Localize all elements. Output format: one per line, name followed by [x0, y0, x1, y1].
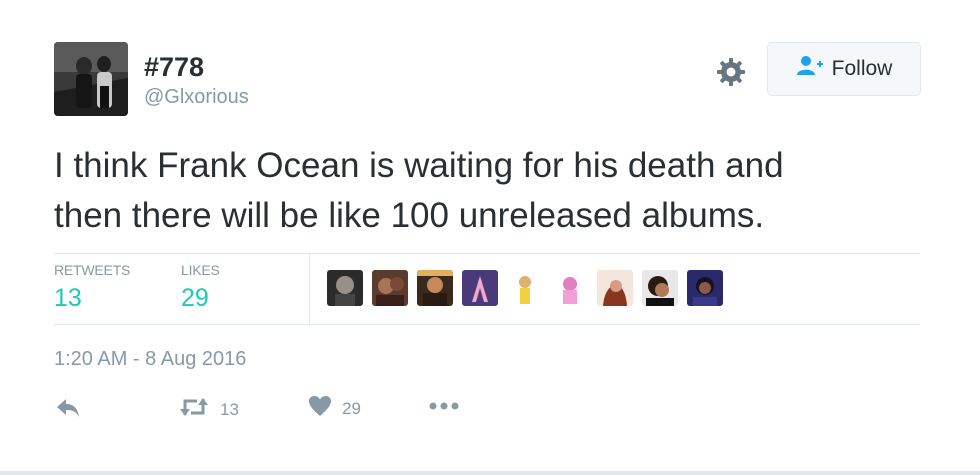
liker-avatar[interactable] — [327, 270, 363, 306]
tweet-text-line-2: then there will be like 100 unreleased a… — [54, 196, 765, 235]
retweet-icon — [178, 395, 210, 424]
heart-icon — [308, 395, 332, 422]
more-button[interactable] — [428, 399, 460, 417]
follow-button-label: Follow — [831, 57, 893, 80]
display-name[interactable]: #778 — [144, 52, 204, 83]
likes-stat[interactable]: LIKES 29 — [181, 262, 220, 313]
stats-top-divider — [54, 253, 920, 254]
liker-avatar[interactable] — [687, 270, 723, 306]
liker-avatar[interactable] — [552, 270, 588, 306]
like-button[interactable]: 29 — [308, 395, 361, 422]
liker-avatar[interactable] — [642, 270, 678, 306]
retweets-stat[interactable]: RETWEETS 13 — [54, 262, 130, 313]
liker-avatar[interactable] — [372, 270, 408, 306]
tweet-text-line-1: I think Frank Ocean is waiting for his d… — [54, 146, 784, 185]
tweet-text: I think Frank Ocean is waiting for his d… — [54, 141, 954, 241]
reply-icon — [54, 395, 82, 426]
bottom-border — [0, 471, 980, 475]
liker-avatar[interactable] — [417, 270, 453, 306]
likers-avatars — [327, 270, 732, 306]
user-handle[interactable]: @Glxorious — [144, 86, 249, 109]
retweet-count: 13 — [220, 399, 239, 419]
follow-user-icon — [796, 55, 824, 83]
retweets-label: RETWEETS — [54, 262, 131, 278]
stats-vertical-divider — [309, 254, 310, 324]
likes-count: 29 — [181, 284, 209, 312]
liker-avatar[interactable] — [462, 270, 498, 306]
avatar[interactable] — [54, 42, 128, 116]
like-count: 29 — [342, 398, 361, 418]
tweet-timestamp[interactable]: 1:20 AM - 8 Aug 2016 — [54, 348, 246, 371]
retweet-button[interactable]: 13 — [178, 395, 239, 424]
follow-button[interactable]: Follow — [767, 42, 921, 96]
liker-avatar[interactable] — [597, 270, 633, 306]
liker-avatar[interactable] — [507, 270, 543, 306]
retweets-count: 13 — [54, 284, 82, 312]
gear-icon[interactable] — [715, 56, 747, 88]
stats-bottom-divider — [54, 324, 920, 325]
reply-button[interactable] — [54, 395, 82, 426]
likes-label: LIKES — [181, 262, 220, 278]
more-icon — [428, 399, 460, 417]
